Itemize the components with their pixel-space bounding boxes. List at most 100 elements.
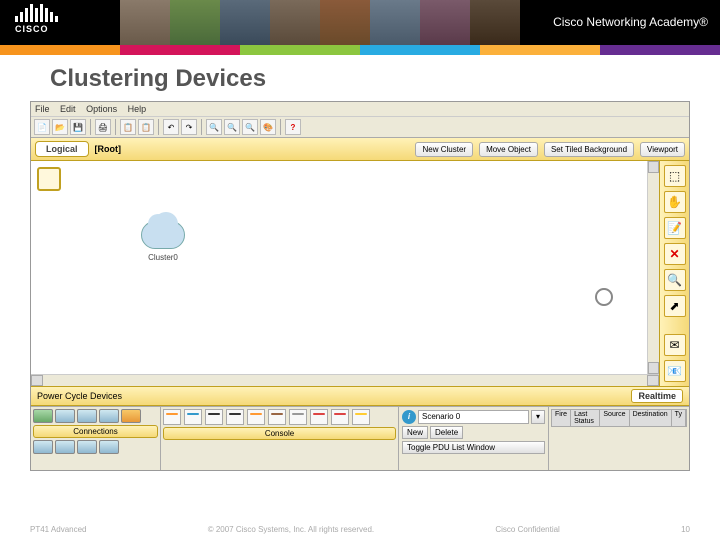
- scroll-right-icon[interactable]: [647, 375, 659, 386]
- cisco-bars-icon: [15, 4, 58, 22]
- help-icon[interactable]: ?: [285, 119, 301, 135]
- multiuser-category-icon[interactable]: [99, 440, 119, 454]
- logical-tab[interactable]: Logical: [35, 141, 89, 157]
- move-tool-icon[interactable]: ✋: [664, 191, 686, 213]
- redo-icon[interactable]: ↷: [181, 119, 197, 135]
- separator: [115, 119, 116, 135]
- packet-tracer-window: File Edit Options Help 📄 📂 💾 🖨 📋 📋 ↶ ↷ 🔍…: [30, 101, 690, 471]
- print-icon[interactable]: 🖨: [95, 119, 111, 135]
- menu-help[interactable]: Help: [128, 104, 147, 114]
- pdu-col-source[interactable]: Source: [600, 410, 629, 426]
- straight-cable-icon[interactable]: [205, 409, 223, 425]
- separator: [158, 119, 159, 135]
- main-toolbar: 📄 📂 💾 🖨 📋 📋 ↶ ↷ 🔍 🔍 🔍 🎨 ?: [31, 117, 689, 138]
- delete-scenario-button[interactable]: Delete: [430, 426, 463, 439]
- custom-category-icon[interactable]: [77, 440, 97, 454]
- scroll-left-icon[interactable]: [31, 375, 43, 386]
- color-strip: [0, 45, 720, 55]
- paste-icon[interactable]: 📋: [138, 119, 154, 135]
- menu-options[interactable]: Options: [86, 104, 117, 114]
- serial-dce-cable-icon[interactable]: [310, 409, 328, 425]
- hubs-category-icon[interactable]: [77, 409, 97, 423]
- main-area: Cluster0 ⬚ ✋ 📝 ✕ 🔍 ⬈: [31, 161, 689, 386]
- phone-cable-icon[interactable]: [268, 409, 286, 425]
- octal-cable-icon[interactable]: [352, 409, 370, 425]
- scroll-up-icon[interactable]: [648, 161, 659, 173]
- root-breadcrumb[interactable]: [Root]: [95, 144, 122, 154]
- scenario-field[interactable]: Scenario 0: [418, 410, 529, 424]
- open-file-icon[interactable]: 📂: [52, 119, 68, 135]
- zoom-in-icon[interactable]: 🔍: [206, 119, 222, 135]
- serial-dte-cable-icon[interactable]: [331, 409, 349, 425]
- pdu-col-last-status[interactable]: Last Status: [571, 410, 600, 426]
- zoom-reset-icon[interactable]: 🔍: [224, 119, 240, 135]
- academy-label: Cisco Networking Academy®: [553, 15, 708, 29]
- zoom-out-icon[interactable]: 🔍: [242, 119, 258, 135]
- cisco-logo: CISCO: [15, 4, 58, 34]
- switches-category-icon[interactable]: [55, 409, 75, 423]
- footer-page: 10: [681, 525, 690, 534]
- footer-right: Cisco Confidential: [495, 525, 559, 534]
- device-type-panel: Connections: [31, 407, 161, 470]
- new-cluster-button[interactable]: New Cluster: [415, 142, 473, 157]
- new-file-icon[interactable]: 📄: [34, 119, 50, 135]
- power-cycle-label[interactable]: Power Cycle Devices: [37, 391, 122, 401]
- pdu-col-destination[interactable]: Destination: [630, 410, 672, 426]
- right-toolbar: ⬚ ✋ 📝 ✕ 🔍 ⬈ ✉ 📧: [659, 161, 689, 386]
- palette-icon[interactable]: 🎨: [260, 119, 276, 135]
- resize-tool-icon[interactable]: ⬈: [664, 295, 686, 317]
- inspect-tool-icon[interactable]: 🔍: [664, 269, 686, 291]
- select-tool-icon[interactable]: ⬚: [664, 165, 686, 187]
- pdu-list-panel: Fire Last Status Source Destination Ty: [549, 407, 689, 470]
- separator: [280, 119, 281, 135]
- cluster0-label: Cluster0: [141, 253, 185, 262]
- cisco-text: CISCO: [15, 24, 58, 34]
- workspace-canvas[interactable]: Cluster0: [31, 161, 647, 374]
- cisco-banner: CISCO Cisco Networking Academy®: [0, 0, 720, 45]
- move-object-button[interactable]: Move Object: [479, 142, 538, 157]
- canvas-wrap: Cluster0: [31, 161, 659, 386]
- realtime-tab[interactable]: Realtime: [631, 389, 683, 403]
- fiber-cable-icon[interactable]: [247, 409, 265, 425]
- toggle-pdu-button[interactable]: Toggle PDU List Window: [402, 441, 545, 454]
- scroll-down-icon[interactable]: [648, 362, 659, 374]
- banner-photos: [120, 0, 520, 45]
- separator: [90, 119, 91, 135]
- note-tool-icon[interactable]: 📝: [664, 217, 686, 239]
- auto-cable-icon[interactable]: [163, 409, 181, 425]
- slide-title: Clustering Devices: [0, 55, 720, 101]
- menu-file[interactable]: File: [35, 104, 50, 114]
- undo-icon[interactable]: ↶: [163, 119, 179, 135]
- simple-pdu-icon[interactable]: ✉: [664, 334, 686, 356]
- connections-label: Connections: [33, 425, 158, 438]
- viewport-button[interactable]: Viewport: [640, 142, 685, 157]
- console-cable-icon[interactable]: [184, 409, 202, 425]
- cable-panel: Console: [161, 407, 399, 470]
- footer-left: PT41 Advanced: [30, 525, 86, 534]
- pdu-col-fire[interactable]: Fire: [552, 410, 571, 426]
- coax-cable-icon[interactable]: [289, 409, 307, 425]
- crossover-cable-icon[interactable]: [226, 409, 244, 425]
- save-icon[interactable]: 💾: [70, 119, 86, 135]
- wan-category-icon[interactable]: [55, 440, 75, 454]
- bottom-panel: Connections Console: [31, 406, 689, 470]
- navigation-icon[interactable]: [37, 167, 61, 191]
- info-icon[interactable]: i: [402, 410, 416, 424]
- wireless-category-icon[interactable]: [99, 409, 119, 423]
- workspace-toolbar: Logical [Root] New Cluster Move Object S…: [31, 138, 689, 161]
- realtime-clock-icon[interactable]: [595, 288, 613, 306]
- scenario-dropdown-icon[interactable]: ▾: [531, 410, 545, 424]
- cluster0-device[interactable]: Cluster0: [141, 221, 185, 262]
- menu-edit[interactable]: Edit: [60, 104, 76, 114]
- delete-tool-icon[interactable]: ✕: [664, 243, 686, 265]
- horizontal-scrollbar[interactable]: [31, 374, 659, 386]
- copy-icon[interactable]: 📋: [120, 119, 136, 135]
- connections-category-icon[interactable]: [121, 409, 141, 423]
- vertical-scrollbar[interactable]: [647, 161, 659, 374]
- routers-category-icon[interactable]: [33, 409, 53, 423]
- complex-pdu-icon[interactable]: 📧: [664, 360, 686, 382]
- end-devices-category-icon[interactable]: [33, 440, 53, 454]
- pdu-col-type[interactable]: Ty: [672, 410, 686, 426]
- new-scenario-button[interactable]: New: [402, 426, 428, 439]
- set-background-button[interactable]: Set Tiled Background: [544, 142, 634, 157]
